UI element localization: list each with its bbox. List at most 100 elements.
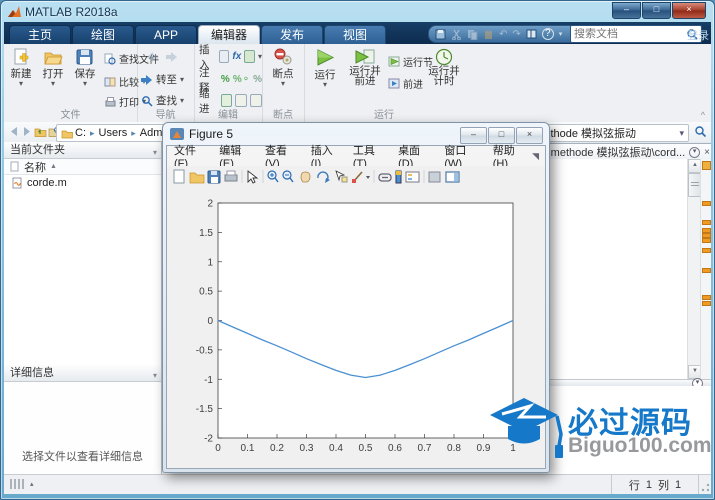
current-folder-header[interactable]: 当前文件夹 ▾ [4,142,161,159]
run-button[interactable]: 运行 ▾ [308,48,342,89]
section-label-file: 文件 [60,110,81,121]
insert-chart-icon[interactable] [244,50,255,63]
details-header[interactable]: 详细信息 ▾ [4,365,161,382]
breadcrumb-item[interactable]: C: [73,127,88,139]
zoom-in-icon[interactable] [267,170,279,183]
fig-open-icon[interactable] [189,172,205,184]
x-tick-label: 0.2 [270,443,284,454]
name-column-label: 名称 [24,161,46,174]
insert-fx-icon[interactable]: fx [232,51,241,62]
comment-wrap-icon[interactable]: %⚬ [233,74,250,85]
name-column-header[interactable]: 名称 ▲ [4,159,161,175]
forward-icon[interactable] [165,51,177,62]
advance-button[interactable]: 前进 [388,76,423,91]
brush-caret-icon[interactable] [366,176,370,179]
up-folder-icon[interactable] [34,125,47,138]
editor-scrollbar[interactable]: ▲ ▼ [687,159,702,379]
address-search-icon[interactable] [694,125,707,138]
tab-close-icon[interactable]: × [704,147,710,158]
statusbar-grip-caret[interactable]: ▴ [30,480,34,488]
file-row-corde[interactable]: corde.m [4,175,161,190]
col-label: 列 [658,479,669,492]
goto-icon [141,75,152,85]
breadcrumb-item[interactable]: Users [97,127,130,139]
x-tick-label: 0 [215,443,221,454]
x-tick-label: 0.8 [447,443,461,454]
run-advance-button[interactable]: 运行并 前进 [346,48,384,86]
tab-actions-icon[interactable]: ▾ [689,146,701,158]
search-input[interactable] [571,28,686,40]
x-tick-label: 0.4 [329,443,343,454]
figure-toolbar [167,166,545,188]
hide-plottools-icon[interactable] [428,171,441,183]
statusbar-grip[interactable] [10,479,26,489]
breadcrumb-dropdown-icon[interactable]: ▾ [675,128,688,139]
cut-icon[interactable] [451,29,462,40]
analyzer-warning-mark[interactable] [702,248,711,253]
analyzer-warning-mark[interactable] [702,268,711,273]
section-label-run: 运行 [374,110,394,121]
brush-icon[interactable] [352,171,363,183]
file-column-icon [10,161,19,172]
insert-section-icon[interactable] [218,50,230,63]
ribbon-tab-主页[interactable]: 主页 [9,25,71,45]
panel-menu-icon[interactable]: ▾ [153,145,157,161]
colorbar-icon[interactable] [395,170,402,184]
comment-icon[interactable]: % [221,74,230,85]
ribbon-tab-APP[interactable]: APP [135,25,197,45]
folder-icon [61,130,73,138]
uncomment-icon[interactable]: % [253,74,262,85]
ribbon-tab-视图[interactable]: 视图 [324,25,386,45]
close-button[interactable]: × [672,2,706,19]
paste-icon[interactable] [483,29,494,40]
nav-forward-icon[interactable] [21,126,32,137]
run-advance-label-2: 前进 [354,75,376,87]
analyzer-warning-mark[interactable] [702,238,711,243]
nav-back-icon[interactable] [9,126,20,137]
analyzer-warning-mark[interactable] [702,301,711,306]
copy-icon[interactable] [467,29,478,40]
analyzer-indicator[interactable] [702,161,711,170]
zoom-out-icon[interactable] [282,170,294,183]
fig-new-icon[interactable] [173,169,185,184]
data-cursor-icon[interactable] [335,170,348,183]
analyzer-warning-mark[interactable] [702,295,711,300]
window-title: MATLAB R2018a [25,4,118,19]
new-script-button[interactable]: 新建 ▾ [6,48,36,88]
goto-button[interactable]: 转至 ▾ [141,72,184,87]
redo-icon[interactable]: ↷ [512,29,520,40]
breakpoints-button[interactable]: 断点 ▾ [268,48,298,88]
rotate3d-icon[interactable] [317,171,330,183]
open-button[interactable]: 打开 ▾ [38,48,68,88]
minimize-button[interactable]: – [612,2,641,19]
quickbar-caret-icon[interactable]: ▾ [559,30,563,38]
analyzer-warning-mark[interactable] [702,220,711,225]
legend-icon[interactable] [405,171,420,183]
run-time-button[interactable]: 运行并 计时 [426,48,462,86]
ribbon-collapse-icon[interactable]: ^ [701,110,705,120]
file-name: corde.m [27,176,67,189]
watermark: 必过源码 Biguo100.com [488,392,714,472]
fig-print-icon[interactable] [224,170,238,182]
layout-icon[interactable] [526,29,537,40]
undo-icon[interactable]: ↶ [499,29,507,40]
signin-link[interactable]: 登录 [687,27,709,43]
back-icon[interactable] [147,51,159,62]
show-plottools-icon[interactable] [445,171,460,183]
figure-dock-icon[interactable]: ◥ [532,151,545,162]
fig-edit-arrow-icon[interactable] [247,170,259,184]
save-icon[interactable] [435,29,446,40]
analyzer-warning-mark[interactable] [702,201,711,206]
save-button[interactable]: 保存 ▾ [70,48,100,88]
link-plot-icon[interactable] [378,173,392,182]
goto-label: 转至 [156,74,177,86]
details-title: 详细信息 [10,367,54,379]
ribbon-tab-绘图[interactable]: 绘图 [72,25,134,45]
resize-grip[interactable] [700,483,710,493]
help-icon[interactable]: ? [541,28,554,40]
fig-save-icon[interactable] [207,170,221,184]
ribbon-tab-发布[interactable]: 发布 [261,25,323,45]
maximize-button[interactable]: □ [642,2,671,19]
pan-hand-icon[interactable] [300,171,311,183]
code-analyzer-bar[interactable] [700,159,711,379]
